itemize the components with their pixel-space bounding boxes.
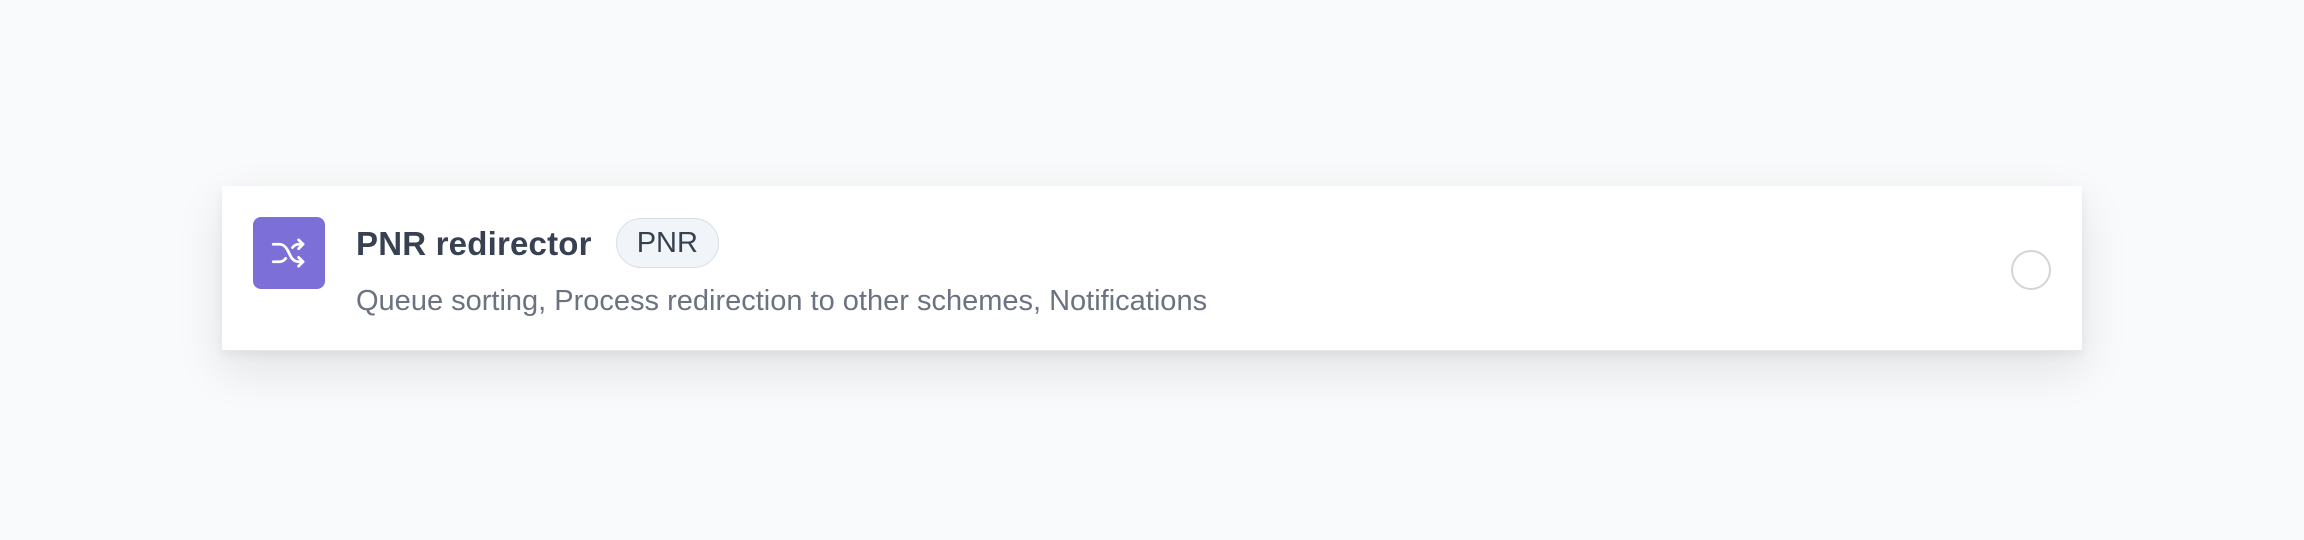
option-description: Queue sorting, Process redirection to ot… [356, 285, 1208, 317]
shuffle-icon [253, 217, 325, 289]
option-card[interactable]: PNR redirector PNR Queue sorting, Proces… [222, 186, 2082, 351]
option-badge: PNR [615, 218, 719, 268]
option-header: PNR redirector PNR [356, 217, 719, 269]
option-title: PNR redirector [356, 224, 592, 262]
select-radio-button[interactable] [2011, 250, 2051, 290]
